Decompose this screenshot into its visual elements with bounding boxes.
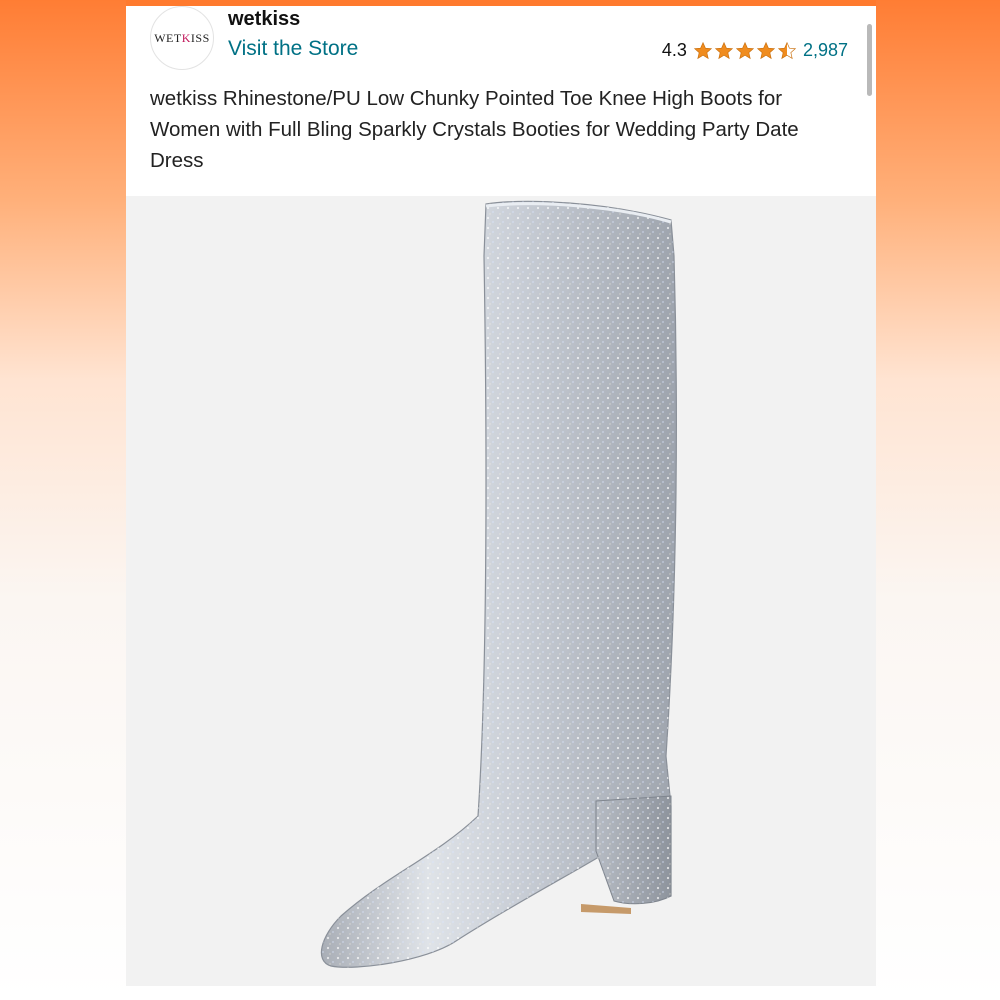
product-title: wetkiss Rhinestone/PU Low Chunky Pointed… bbox=[150, 87, 799, 172]
star-rating bbox=[693, 41, 797, 61]
page-background-right bbox=[876, 0, 1000, 1000]
star-half-icon bbox=[777, 41, 797, 59]
rating-value: 4.3 bbox=[661, 40, 687, 60]
star-full-icon bbox=[714, 41, 734, 59]
rating-count-link[interactable]: 2,987 bbox=[803, 40, 848, 61]
boot-illustration bbox=[320, 200, 677, 968]
boot-heel-rhinestones bbox=[596, 796, 671, 904]
visit-store-link[interactable]: Visit the Store bbox=[228, 37, 358, 61]
store-logo-text: WETKISS bbox=[154, 30, 210, 45]
page-background-left bbox=[0, 0, 126, 1000]
rating-summary[interactable]: 4.3 2,987 bbox=[662, 40, 848, 61]
boot-sole bbox=[581, 904, 631, 914]
product-card: WETKISS wetkiss Visit the Store 4.3 2,98… bbox=[126, 6, 876, 1000]
store-name[interactable]: wetkiss bbox=[228, 8, 300, 31]
scrollbar-thumb[interactable] bbox=[867, 24, 872, 96]
star-full-icon bbox=[693, 41, 713, 59]
star-full-icon bbox=[735, 41, 755, 59]
store-logo[interactable]: WETKISS bbox=[150, 6, 214, 70]
product-image[interactable] bbox=[126, 196, 876, 986]
star-full-icon bbox=[756, 41, 776, 59]
